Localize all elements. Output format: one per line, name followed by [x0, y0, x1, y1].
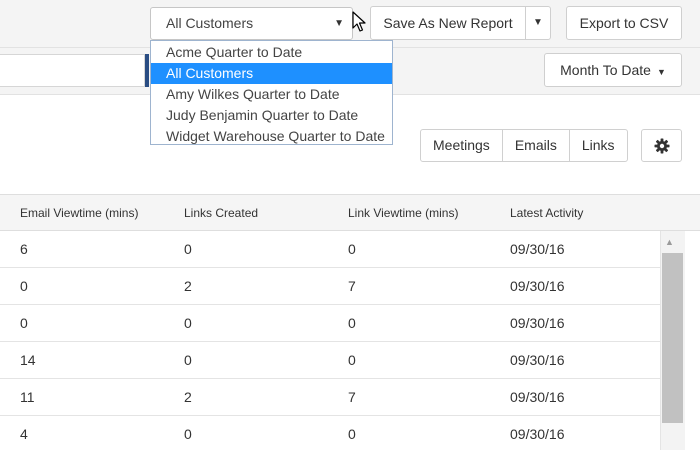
table-row[interactable]: 0 0 0 09/30/16	[0, 305, 660, 342]
links-created-cell: 2	[184, 278, 192, 294]
latest-activity-cell: 09/30/16	[510, 389, 565, 405]
dropdown-option[interactable]: Amy Wilkes Quarter to Date	[151, 84, 392, 105]
latest-activity-cell: 09/30/16	[510, 278, 565, 294]
dropdown-option-selected[interactable]: All Customers	[151, 63, 392, 84]
activity-filter-group: Meetings Emails Links	[420, 129, 628, 162]
dropdown-option[interactable]: Judy Benjamin Quarter to Date	[151, 105, 392, 126]
email-viewtime-cell: 14	[20, 352, 36, 368]
caret-down-icon: ▼	[656, 67, 666, 77]
export-csv-button[interactable]: Export to CSV	[566, 6, 682, 40]
latest-activity-cell: 09/30/16	[510, 241, 565, 257]
caret-down-icon: ▼	[533, 17, 543, 28]
mouse-pointer-icon	[352, 11, 366, 32]
gear-icon	[654, 138, 670, 154]
report-select[interactable]: All Customers ▼	[150, 7, 353, 40]
table-row[interactable]: 11 2 7 09/30/16	[0, 379, 660, 416]
meetings-filter-button[interactable]: Meetings	[421, 130, 503, 161]
links-created-cell: 0	[184, 426, 192, 442]
links-created-cell: 2	[184, 389, 192, 405]
table-row[interactable]: 0 2 7 09/30/16	[0, 268, 660, 305]
link-viewtime-cell: 0	[348, 241, 356, 257]
save-options-toggle[interactable]: ▼	[525, 6, 551, 40]
accent-strip	[145, 54, 149, 87]
column-header[interactable]: Email Viewtime (mins)	[20, 195, 138, 231]
links-filter-button[interactable]: Links	[570, 130, 627, 161]
filter-input[interactable]	[0, 54, 145, 87]
link-viewtime-cell: 0	[348, 352, 356, 368]
link-viewtime-cell: 0	[348, 426, 356, 442]
link-viewtime-cell: 0	[348, 315, 356, 331]
date-range-button[interactable]: Month To Date ▼	[544, 53, 682, 87]
email-viewtime-cell: 6	[20, 241, 28, 257]
date-range-label: Month To Date	[560, 62, 651, 78]
column-header[interactable]: Link Viewtime (mins)	[348, 195, 458, 231]
links-created-cell: 0	[184, 241, 192, 257]
links-created-cell: 0	[184, 315, 192, 331]
latest-activity-cell: 09/30/16	[510, 352, 565, 368]
link-viewtime-cell: 7	[348, 389, 356, 405]
save-as-new-report-button[interactable]: Save As New Report	[370, 6, 526, 40]
email-viewtime-cell: 0	[20, 315, 28, 331]
email-viewtime-cell: 4	[20, 426, 28, 442]
caret-down-icon: ▼	[334, 18, 344, 29]
table-row[interactable]: 14 0 0 09/30/16	[0, 342, 660, 379]
latest-activity-cell: 09/30/16	[510, 426, 565, 442]
column-header[interactable]: Latest Activity	[510, 195, 583, 231]
table-row[interactable]: 4 0 0 09/30/16	[0, 416, 660, 453]
link-viewtime-cell: 7	[348, 278, 356, 294]
table-header: Email Viewtime (mins) Links Created Link…	[0, 194, 700, 231]
email-viewtime-cell: 0	[20, 278, 28, 294]
settings-button[interactable]	[641, 129, 682, 162]
table-row[interactable]: 6 0 0 09/30/16	[0, 231, 660, 268]
arrow-up-icon[interactable]: ▲	[665, 237, 674, 247]
links-created-cell: 0	[184, 352, 192, 368]
dropdown-option[interactable]: Acme Quarter to Date	[151, 42, 392, 63]
latest-activity-cell: 09/30/16	[510, 315, 565, 331]
report-select-value: All Customers	[166, 15, 254, 31]
email-viewtime-cell: 11	[20, 389, 35, 405]
dropdown-option[interactable]: Widget Warehouse Quarter to Date	[151, 126, 392, 147]
scrollbar-thumb[interactable]	[662, 253, 683, 423]
column-header[interactable]: Links Created	[184, 195, 258, 231]
report-dropdown-list: Acme Quarter to Date All Customers Amy W…	[150, 40, 393, 145]
emails-filter-button[interactable]: Emails	[503, 130, 570, 161]
